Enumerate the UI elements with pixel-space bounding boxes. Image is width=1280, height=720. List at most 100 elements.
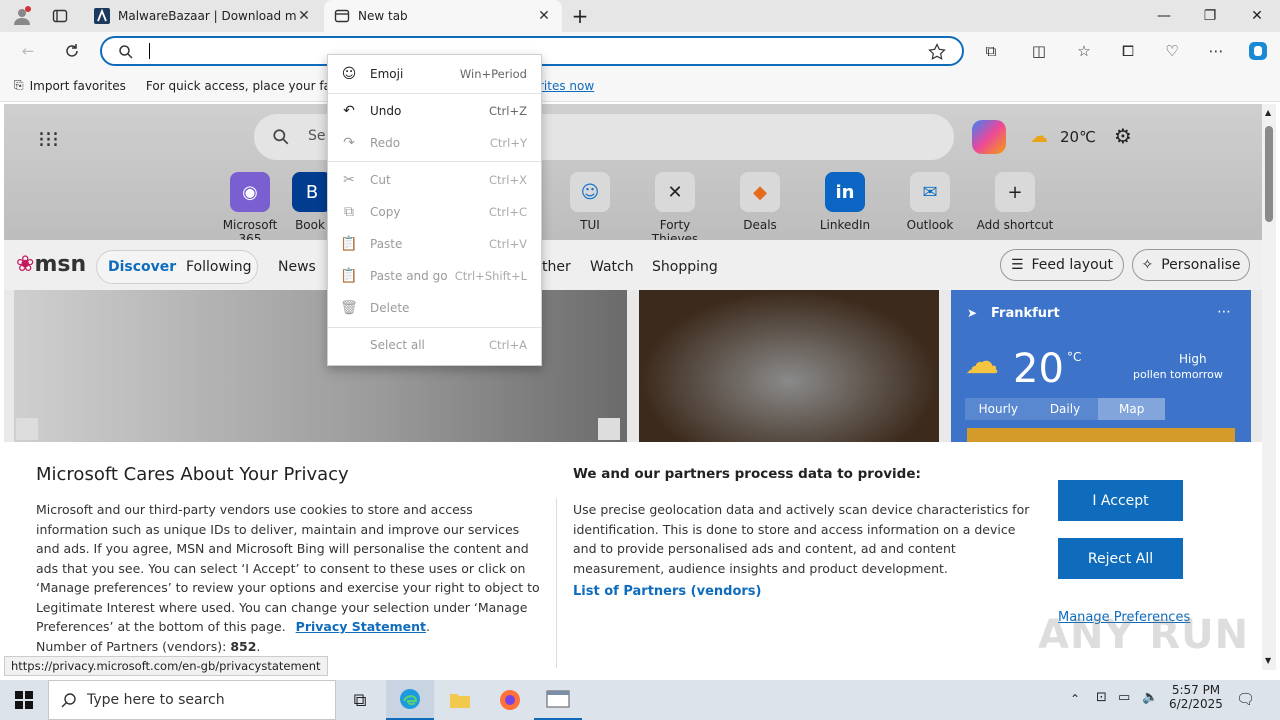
weather-map[interactable] <box>967 428 1235 442</box>
ntp-header: ⁝⁝⁝ Se ☁ 20℃ ⚙ ◉ Microsoft 365 B Book ☺ TUI… <box>4 104 1262 246</box>
scroll-up-icon[interactable]: ▲ <box>1265 108 1271 117</box>
import-favorites-link[interactable]: rites now <box>539 79 594 93</box>
menu-item-redo[interactable]: ↷ Redo Ctrl+Y <box>328 128 541 158</box>
shortcut-tile[interactable]: ✕ Forty Thieves <box>635 172 715 246</box>
more-options-icon[interactable]: ⋯ <box>1217 304 1231 320</box>
apps-launcher-icon[interactable]: ⁝⁝⁝ <box>38 128 59 153</box>
ntp-weather-temp[interactable]: 20℃ <box>1060 128 1096 146</box>
tab-title: MalwareBazaar | Download malware samples <box>118 9 296 23</box>
tab-news[interactable]: News <box>266 252 328 282</box>
weather-temp: 20 <box>1013 346 1064 392</box>
tab-shopping[interactable]: Shopping <box>640 252 730 282</box>
scrollbar-thumb[interactable] <box>1265 126 1273 222</box>
weather-tabs: Hourly Daily Map <box>965 398 1166 420</box>
menu-item-delete[interactable]: 🗑 Delete <box>328 293 541 323</box>
volume-icon[interactable]: 🔈 <box>1142 690 1158 705</box>
personalise-button[interactable]: ✧ Personalise <box>1132 249 1250 281</box>
list-of-partners-link[interactable]: List of Partners (vendors) <box>573 584 761 599</box>
clock[interactable]: 5:57 PM 6/2/2025 <box>1168 683 1224 711</box>
undo-icon: ↶ <box>343 103 355 119</box>
refresh-button[interactable] <box>58 38 86 64</box>
taskbar-search[interactable]: Type here to search <box>48 680 336 720</box>
sliders-icon: ☰ <box>1010 257 1024 273</box>
clock-date: 6/2/2025 <box>1169 697 1223 711</box>
microsoft365-icon: ◉ <box>230 172 270 212</box>
carousel-next-button[interactable] <box>598 418 620 440</box>
taskbar-app[interactable] <box>534 680 582 720</box>
task-view-button[interactable]: ⧉ <box>336 680 384 720</box>
status-bar-url: https://privacy.microsoft.com/en-gb/priv… <box>4 656 328 676</box>
shortcut-tile[interactable]: B Book <box>292 172 328 232</box>
privacy-statement-link[interactable]: Privacy Statement <box>296 619 426 634</box>
page-scrollbar[interactable]: ▲ ▼ <box>1262 104 1276 670</box>
booking-icon: B <box>292 172 328 212</box>
menu-item-undo[interactable]: ↶ Undo Ctrl+Z <box>328 96 541 126</box>
close-tab-icon[interactable]: ✕ <box>296 8 312 24</box>
menu-item-paste-and-go[interactable]: 📋 Paste and go Ctrl+Shift+L <box>328 261 541 291</box>
close-window-button[interactable]: ✕ <box>1234 0 1280 32</box>
chevron-up-icon[interactable]: ⌃ <box>1070 692 1080 706</box>
tab-watch[interactable]: Watch <box>578 252 646 282</box>
copilot-icon <box>1249 42 1267 60</box>
tab-malwarebazaar[interactable]: MalwareBazaar | Download malware samples… <box>84 0 322 32</box>
menu-item-copy[interactable]: ⧉ Copy Ctrl+C <box>328 197 541 227</box>
taskbar-edge[interactable] <box>386 680 434 720</box>
taskbar-file-explorer[interactable] <box>436 680 484 720</box>
taskbar: Type here to search ⧉ ⌃ ⊡ ▭ 🔈 5:57 PM 6/… <box>0 680 1280 720</box>
network-icon[interactable]: ⊡ <box>1096 690 1107 705</box>
minimize-button[interactable]: — <box>1141 0 1187 32</box>
profile-avatar[interactable] <box>8 4 36 28</box>
back-button[interactable]: ← <box>14 38 42 64</box>
favorites-button[interactable]: ☆ <box>1070 38 1098 64</box>
copilot-button[interactable] <box>1244 38 1272 64</box>
tab-daily[interactable]: Daily <box>1032 398 1099 420</box>
tab-actions-button[interactable] <box>46 4 74 28</box>
tab-following[interactable]: Following <box>174 252 264 282</box>
shortcut-tile[interactable]: ☺ TUI <box>550 172 630 232</box>
battery-icon[interactable]: ▭ <box>1118 690 1130 705</box>
feed-layout-button[interactable]: ☰ Feed layout <box>1000 249 1124 281</box>
maximize-button[interactable]: ❐ <box>1187 0 1233 32</box>
gear-icon[interactable]: ⚙ <box>1114 124 1132 148</box>
carousel-prev-button[interactable] <box>16 418 38 440</box>
tab-hourly[interactable]: Hourly <box>965 398 1032 420</box>
puzzle-icon: ⧉ <box>985 42 997 60</box>
shortcut-tile[interactable]: ✉ Outlook <box>890 172 970 232</box>
start-button[interactable] <box>0 680 48 720</box>
tab-new-tab[interactable]: New tab ✕ <box>324 0 562 32</box>
food-news-card[interactable] <box>639 290 939 442</box>
close-tab-icon[interactable]: ✕ <box>536 8 552 24</box>
reject-all-button[interactable]: Reject All <box>1058 538 1183 579</box>
folder-icon <box>450 694 470 708</box>
tab-map[interactable]: Map <box>1098 398 1166 420</box>
msn-logo[interactable]: ❀msn <box>16 252 86 277</box>
favorite-star-icon[interactable] <box>928 43 946 61</box>
shortcut-tile[interactable]: in LinkedIn <box>805 172 885 232</box>
menu-item-cut[interactable]: ✂ Cut Ctrl+X <box>328 165 541 195</box>
tab-actions-icon <box>52 9 68 23</box>
shortcut-tile[interactable]: + Add shortcut <box>975 172 1055 232</box>
performance-button[interactable]: ♡ <box>1158 38 1186 64</box>
notification-icon[interactable]: 🗨 <box>1236 690 1255 708</box>
new-tab-button[interactable]: + <box>566 4 594 28</box>
collections-button[interactable]: ⧠ <box>1114 38 1142 64</box>
scroll-down-icon[interactable]: ▼ <box>1265 656 1271 665</box>
ntp-search-placeholder: Se <box>308 128 326 144</box>
import-favorites-button[interactable]: Import favorites <box>30 79 126 93</box>
split-screen-button[interactable]: ◫ <box>1025 38 1053 64</box>
taskbar-firefox[interactable] <box>486 680 534 720</box>
menu-item-paste[interactable]: 📋 Paste Ctrl+V <box>328 229 541 259</box>
weather-card[interactable]: ➤ Frankfurt ⋯ ☁ 20 °C High pollen tomorr… <box>951 290 1251 442</box>
newtab-icon <box>334 9 350 23</box>
favorites-bar: ⎘ Import favorites For quick access, pla… <box>0 70 1280 102</box>
shortcut-tile[interactable]: ◉ Microsoft 365 <box>210 172 290 246</box>
shortcut-tile[interactable]: ◆ Deals <box>720 172 800 232</box>
settings-more-button[interactable]: ⋯ <box>1202 38 1230 64</box>
weather-city[interactable]: Frankfurt <box>991 306 1060 321</box>
extensions-button[interactable]: ⧉ <box>977 38 1005 64</box>
accept-button[interactable]: I Accept <box>1058 480 1183 521</box>
privacy-body: Microsoft and our third-party vendors us… <box>36 502 540 634</box>
menu-item-select-all[interactable]: Select all Ctrl+A <box>328 330 541 360</box>
menu-item-emoji[interactable]: ☺ Emoji Win+Period <box>328 59 541 89</box>
copilot-icon[interactable] <box>972 120 1006 154</box>
